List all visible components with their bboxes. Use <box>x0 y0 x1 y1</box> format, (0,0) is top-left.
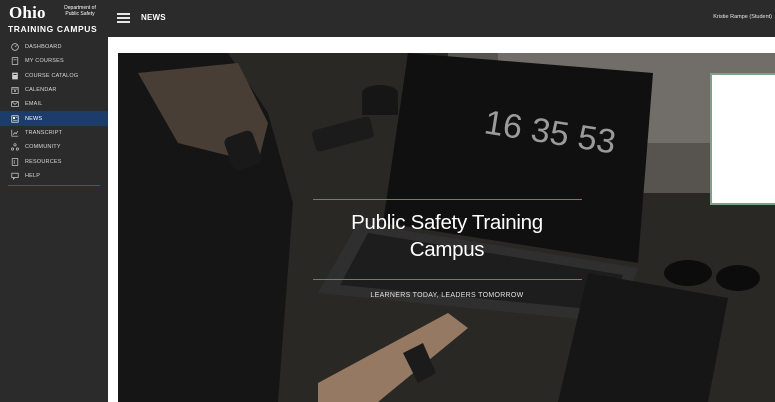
sidebar-item-label: TRANSCRIPT <box>25 129 63 136</box>
sidebar-item-email[interactable]: EMAIL <box>0 97 108 111</box>
hero-title: Public Safety Training Campus <box>308 209 586 263</box>
sidebar-item-help[interactable]: HELP <box>0 169 108 183</box>
logo-campus-text: TRAINING CAMPUS <box>8 24 98 34</box>
calendar-icon <box>11 86 19 94</box>
main-content: 16 35 53 Public Safety Training Campus L… <box>108 37 775 402</box>
logo-department-text: Department of Public Safety <box>57 5 103 17</box>
sidebar-item-transcript[interactable]: TRANSCRIPT <box>0 126 108 140</box>
logo-department-line2: Public Safety <box>65 10 95 17</box>
user-menu[interactable]: Kristie Rampe (Student) <box>713 14 772 20</box>
sidebar-item-label: HELP <box>25 172 41 179</box>
hero-tagline: LEARNERS TODAY, LEADERS TOMORROW <box>370 292 524 299</box>
news-card[interactable] <box>710 73 775 205</box>
sidebar-item-community[interactable]: COMMUNITY <box>0 140 108 154</box>
sidebar-item-my-courses[interactable]: MY COURSES <box>0 54 108 68</box>
logo-ohio-text: Ohio <box>9 3 46 22</box>
envelope-icon <box>11 100 19 108</box>
sidebar-item-label: RESOURCES <box>25 158 62 165</box>
dashboard-gauge-icon <box>11 43 19 51</box>
hero-title-line1: Public Safety Training <box>351 211 543 234</box>
sidebar-item-calendar[interactable]: CALENDAR <box>0 83 108 97</box>
hero-title-line2: Campus <box>409 238 485 261</box>
page-title: NEWS <box>141 13 166 22</box>
book-icon <box>11 57 19 66</box>
community-icon <box>11 143 19 151</box>
hero-banner: 16 35 53 Public Safety Training Campus L… <box>118 53 775 402</box>
sidebar-item-news[interactable]: NEWS <box>0 111 108 126</box>
catalog-icon <box>11 72 19 80</box>
hero-bottom-rule <box>313 279 582 280</box>
help-chat-icon <box>11 172 19 180</box>
top-bar: NEWS Kristie Rampe (Student) <box>108 0 775 37</box>
hero-top-rule <box>313 199 582 200</box>
sidebar-item-label: DASHBOARD <box>25 44 62 51</box>
sidebar-item-course-catalog[interactable]: COURSE CATALOG <box>0 69 108 83</box>
sidebar-item-label: COURSE CATALOG <box>25 72 79 79</box>
sidebar-item-dashboard[interactable]: DASHBOARD <box>0 40 108 54</box>
chart-icon <box>11 129 19 137</box>
resources-icon <box>11 157 19 166</box>
sidebar-item-label: CALENDAR <box>25 87 57 94</box>
ohio-training-campus-logo[interactable]: Ohio Department of Public Safety TRAININ… <box>7 3 103 37</box>
sidebar-item-label: COMMUNITY <box>25 144 61 151</box>
sidebar-item-label: NEWS <box>25 115 43 122</box>
newspaper-icon <box>11 115 19 123</box>
sidebar: Ohio Department of Public Safety TRAININ… <box>0 0 108 402</box>
sidebar-divider <box>8 185 100 186</box>
sidebar-item-label: MY COURSES <box>25 58 64 65</box>
menu-hamburger-icon[interactable] <box>117 13 130 23</box>
sidebar-item-label: EMAIL <box>25 101 43 108</box>
sidebar-nav: DASHBOARD MY COURSES COURSE CATALOG CALE… <box>0 40 108 183</box>
sidebar-item-resources[interactable]: RESOURCES <box>0 154 108 168</box>
